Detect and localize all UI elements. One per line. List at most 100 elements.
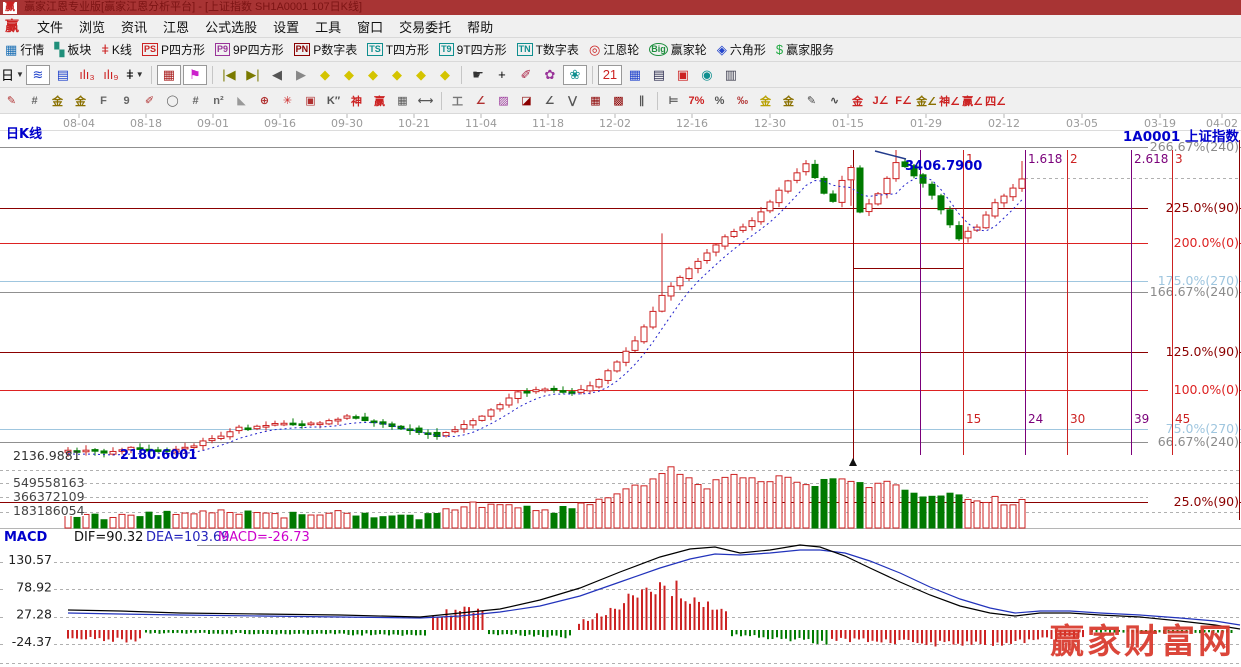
t3-button-k-mark[interactable]: Κ″ xyxy=(323,91,344,111)
t3-button-gold-red[interactable]: 金 xyxy=(847,91,868,111)
t3-button-f-angle[interactable]: F∠ xyxy=(893,91,914,111)
t3-button-star-rays[interactable]: ✳ xyxy=(277,91,298,111)
level-label: 175.0%(270) xyxy=(1158,273,1239,288)
t2-button-diamond-v-compress[interactable]: ◆ xyxy=(410,65,432,85)
t3-button-si-angle[interactable]: 四∠ xyxy=(985,91,1006,111)
t2-button-bars-3[interactable]: ılı₃ xyxy=(76,65,98,85)
t2-button-bars-9[interactable]: ılı₉ xyxy=(100,65,122,85)
t3-button-fan-lines[interactable]: ∠ xyxy=(470,91,491,111)
t2-button-web-browser[interactable]: ◉ xyxy=(696,65,718,85)
t3-button-h-measure[interactable]: ⟷ xyxy=(415,91,436,111)
t2-button-diamond-h-compress[interactable]: ◆ xyxy=(386,65,408,85)
t3-button-ying-angle[interactable]: 赢∠ xyxy=(962,91,983,111)
t3-button-n-squared[interactable]: n² xyxy=(208,91,229,111)
t2-button-brain-tool[interactable]: ❀ xyxy=(563,65,587,85)
toolbar1-button-winner-wheel[interactable]: Big赢家轮 xyxy=(644,40,712,60)
t3-button-gold-grid-2[interactable]: 金 xyxy=(70,91,91,111)
t3-button-gold-circle[interactable]: 金 xyxy=(755,91,776,111)
t3-button-parallel-lines[interactable]: ∥ xyxy=(631,91,652,111)
t3-button-percent-line[interactable]: ‰ xyxy=(732,91,753,111)
t2-button-diamond-v-expand[interactable]: ◆ xyxy=(434,65,456,85)
t3-button-percent[interactable]: % xyxy=(709,91,730,111)
t2-button-candle-type[interactable]: ǂ▼ xyxy=(124,65,146,85)
candle-body xyxy=(893,163,899,179)
t3-button-nine-grid[interactable]: 9 xyxy=(116,91,137,111)
t2-button-report-pad[interactable]: ▤ xyxy=(648,65,670,85)
t3-button-target-frame[interactable]: ▣ xyxy=(300,91,321,111)
t3-button-gold-angle[interactable]: 金∠ xyxy=(916,91,937,111)
t3-button-gold-underline[interactable]: 金 xyxy=(778,91,799,111)
toolbar1-button-winner-service[interactable]: $赢家服务 xyxy=(771,40,839,60)
toolbar1-button-hexagon[interactable]: ◈六角形 xyxy=(712,40,771,60)
t3-button-tick-comb-2[interactable]: # xyxy=(185,91,206,111)
t3-button-shade-box[interactable]: ▨ xyxy=(493,91,514,111)
toolbar1-button-t-number-table[interactable]: TNT数字表 xyxy=(512,40,584,60)
t2-button-jump-first[interactable]: |◀ xyxy=(218,65,240,85)
t3-button-dense-grid[interactable]: ▦ xyxy=(585,91,606,111)
toolbar1-button-9p-square[interactable]: P99P四方形 xyxy=(210,40,289,60)
t2-button-calendar-21[interactable]: 21 xyxy=(598,65,622,85)
t2-button-note-board[interactable]: ▤ xyxy=(52,65,74,85)
t3-button-time-clock[interactable]: ◯ xyxy=(162,91,183,111)
t2-button-diamond-right[interactable]: ◆ xyxy=(338,65,360,85)
t3-button-ying-tool[interactable]: 赢 xyxy=(369,91,390,111)
t2-button-pattern-box[interactable]: ▦ xyxy=(157,65,181,85)
t3-button-curve-tool[interactable]: ∿ xyxy=(824,91,845,111)
t3-button-compass[interactable]: ⊕ xyxy=(254,91,275,111)
t3-button-shen-tool[interactable]: 神 xyxy=(346,91,367,111)
menu-item-tools[interactable]: 工具 xyxy=(307,20,349,35)
menu-item-gann[interactable]: 江恩 xyxy=(155,20,197,35)
t2-button-crosshair[interactable]: + xyxy=(491,65,513,85)
toolbar1-button-sectors[interactable]: ▚板块 xyxy=(49,40,96,60)
t2-button-pan-hand[interactable]: ☛ xyxy=(467,65,489,85)
t3-button-pen-2[interactable]: ✎ xyxy=(801,91,822,111)
t2-button-gann-glasses[interactable]: ✿ xyxy=(539,65,561,85)
t3-button-brush[interactable]: ✐ xyxy=(139,91,160,111)
t3-button-grid-123[interactable]: ▦ xyxy=(392,91,413,111)
t2-button-period-day[interactable]: 日▼ xyxy=(1,65,24,85)
toolbar1-button-t-square[interactable]: TST四方形 xyxy=(362,40,434,60)
t3-button-shade-box-2[interactable]: ◪ xyxy=(516,91,537,111)
t3-button-gold-grid-1[interactable]: 金 xyxy=(47,91,68,111)
t3-button-scale-ruler[interactable]: ⊨ xyxy=(663,91,684,111)
t2-button-pin-measure[interactable]: ✐ xyxy=(515,65,537,85)
toolbar1-button-quotes[interactable]: ▦行情 xyxy=(0,40,49,60)
toolbar1-button-kline[interactable]: ǂK线 xyxy=(96,40,137,60)
menu-item-news[interactable]: 资讯 xyxy=(113,20,155,35)
t3-button-j-angle[interactable]: J∠ xyxy=(870,91,891,111)
t3-button-seven-percent[interactable]: 7% xyxy=(686,91,707,111)
toolbar1-label-p-number-table: P数字表 xyxy=(313,41,357,58)
t3-button-set-square[interactable]: ◣ xyxy=(231,91,252,111)
t3-button-shen-angle[interactable]: 神∠ xyxy=(939,91,960,111)
t2-button-wave-overlay[interactable]: ≋ xyxy=(26,65,50,85)
menu-item-browse[interactable]: 浏览 xyxy=(71,20,113,35)
t3-button-f-grid[interactable]: F xyxy=(93,91,114,111)
t3-button-tick-comb[interactable]: # xyxy=(24,91,45,111)
volume-bar xyxy=(713,480,719,528)
menu-item-file[interactable]: 文件 xyxy=(29,20,71,35)
volume-bar xyxy=(605,498,611,528)
t3-button-angle-lines[interactable]: ∠ xyxy=(539,91,560,111)
menu-item-window[interactable]: 窗口 xyxy=(349,20,391,35)
menu-item-help[interactable]: 帮助 xyxy=(459,20,501,35)
t2-button-color-profile[interactable]: ⚑ xyxy=(183,65,207,85)
menu-item-settings[interactable]: 设置 xyxy=(265,20,307,35)
t2-button-step-back[interactable]: ◀ xyxy=(266,65,288,85)
t3-button-pen[interactable]: ✎ xyxy=(1,91,22,111)
toolbar1-button-p-square[interactable]: PSP四方形 xyxy=(137,40,210,60)
toolbar1-button-9t-square[interactable]: T99T四方形 xyxy=(434,40,512,60)
t3-button-gong-frame[interactable]: 工 xyxy=(447,91,468,111)
t3-button-vee-lines[interactable]: ⋁ xyxy=(562,91,583,111)
t2-button-jump-last[interactable]: ▶| xyxy=(242,65,264,85)
t2-button-diamond-left[interactable]: ◆ xyxy=(314,65,336,85)
t2-button-save[interactable]: ▣ xyxy=(672,65,694,85)
menu-item-trade-entrust[interactable]: 交易委托 xyxy=(391,20,459,35)
t3-button-dense-grid-2[interactable]: ▩ xyxy=(608,91,629,111)
menu-item-formula-stock-picker[interactable]: 公式选股 xyxy=(197,20,265,35)
t2-button-calculator[interactable]: ▦ xyxy=(624,65,646,85)
toolbar1-button-gann-wheel[interactable]: ◎江恩轮 xyxy=(584,40,644,60)
t2-button-print[interactable]: ▥ xyxy=(720,65,742,85)
t2-button-diamond-h-expand[interactable]: ◆ xyxy=(362,65,384,85)
t2-button-step-forward[interactable]: ▶ xyxy=(290,65,312,85)
toolbar1-button-p-number-table[interactable]: PNP数字表 xyxy=(289,40,363,60)
